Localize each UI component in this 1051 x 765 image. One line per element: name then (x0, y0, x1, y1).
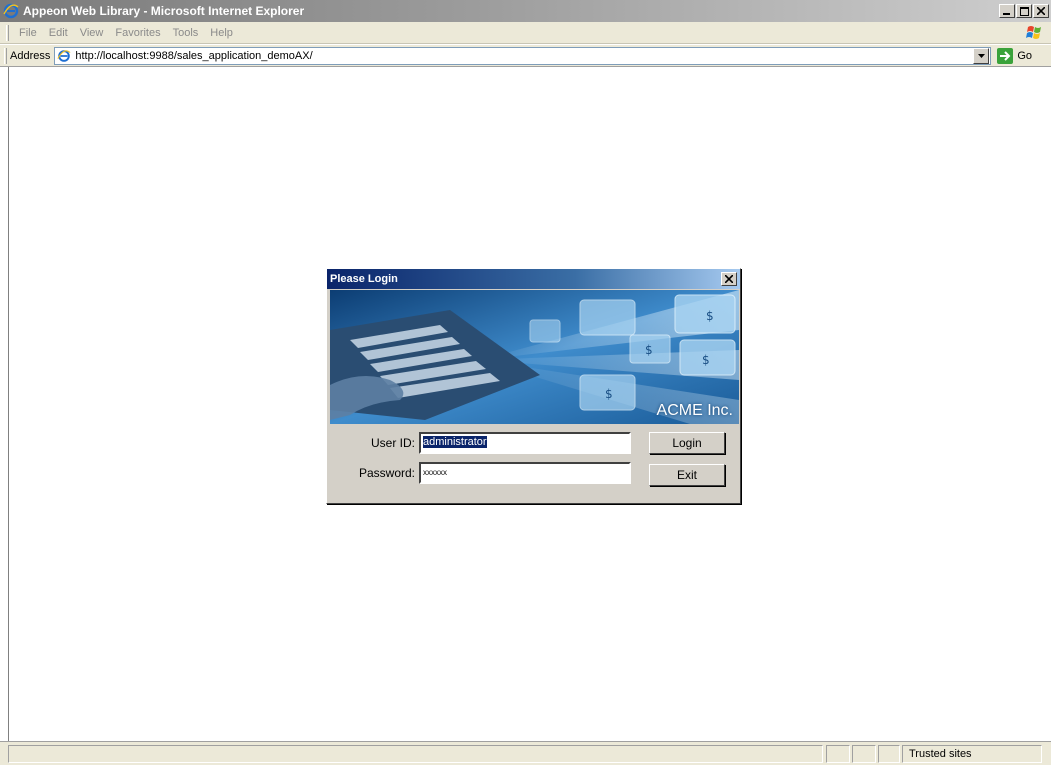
menu-bar: File Edit View Favorites Tools Help (0, 22, 1051, 44)
status-panel (826, 745, 850, 763)
status-panel (852, 745, 876, 763)
address-field[interactable] (54, 46, 992, 65)
status-bar: Trusted sites (0, 741, 1051, 765)
windows-logo-icon (1026, 26, 1041, 39)
login-dialog: Please Login $ $ $ $ ACME Inc. User ID: … (326, 268, 741, 504)
password-mask: xxxxxx (423, 468, 447, 477)
svg-text:$: $ (706, 309, 714, 323)
window-title: Appeon Web Library - Microsoft Internet … (23, 4, 305, 18)
address-bar: Address Go (0, 45, 1051, 67)
brand-label: ACME Inc. (656, 402, 733, 419)
chevron-down-icon (977, 53, 985, 58)
close-icon (1037, 7, 1045, 15)
user-id-label: User ID: (370, 436, 415, 450)
address-label: Address (10, 49, 51, 62)
menu-file[interactable]: File (13, 27, 43, 39)
svg-text:$: $ (645, 343, 653, 357)
minimize-icon (1003, 13, 1010, 15)
minimize-button[interactable] (999, 4, 1015, 18)
login-banner-image: $ $ $ $ ACME Inc. (330, 290, 739, 424)
user-id-value: administrator (423, 436, 487, 448)
close-icon (725, 275, 733, 283)
menu-view[interactable]: View (74, 27, 110, 39)
dialog-title: Please Login (330, 273, 398, 285)
svg-text:$: $ (702, 353, 710, 367)
login-button[interactable]: Login (649, 432, 725, 454)
address-dropdown-button[interactable] (973, 47, 990, 64)
password-row: Password: xxxxxx (327, 462, 631, 484)
user-id-row: User ID: administrator (327, 432, 631, 454)
address-input[interactable] (75, 49, 974, 62)
exit-button[interactable]: Exit (649, 464, 725, 486)
password-label: Password: (358, 466, 415, 480)
toolbar-grip[interactable] (6, 24, 9, 41)
go-label: Go (1017, 49, 1033, 62)
go-arrow-icon (997, 47, 1014, 64)
dialog-close-button[interactable] (721, 272, 737, 286)
go-button[interactable]: Go (997, 47, 1033, 64)
user-id-input[interactable]: administrator (419, 432, 631, 454)
status-text-panel (8, 745, 823, 763)
maximize-button[interactable] (1016, 4, 1032, 18)
svg-text:$: $ (605, 387, 613, 401)
ie-icon (3, 3, 19, 19)
security-zone-label: Trusted sites (909, 748, 972, 760)
menu-favorites[interactable]: Favorites (109, 27, 166, 39)
dialog-titlebar[interactable]: Please Login (327, 269, 740, 289)
menu-tools[interactable]: Tools (167, 27, 205, 39)
security-zone-panel: Trusted sites (902, 745, 1042, 763)
toolbar-grip[interactable] (4, 47, 7, 64)
menu-help[interactable]: Help (204, 27, 239, 39)
maximize-icon (1019, 6, 1029, 16)
password-input[interactable]: xxxxxx (419, 462, 631, 484)
page-ie-icon (57, 49, 71, 62)
menu-edit[interactable]: Edit (43, 27, 74, 39)
status-panel (878, 745, 900, 763)
window-titlebar[interactable]: Appeon Web Library - Microsoft Internet … (0, 0, 1051, 22)
close-button[interactable] (1033, 4, 1049, 18)
